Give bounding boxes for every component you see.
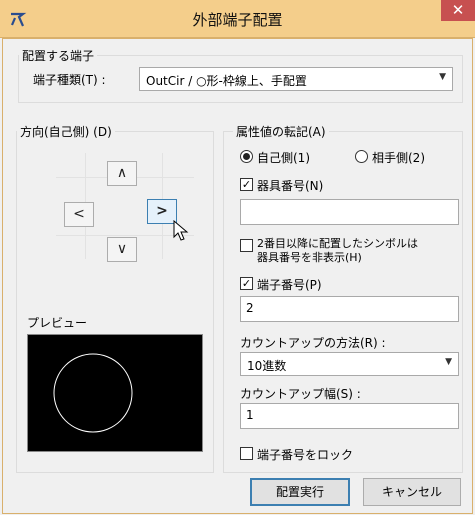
chevron-down-icon: ▼ (445, 357, 452, 367)
device-number-input[interactable] (240, 199, 459, 225)
mouse-cursor-icon (173, 220, 189, 241)
direction-up-button[interactable]: ∧ (107, 161, 137, 186)
placement-group-title: 配置する端子 (19, 47, 98, 64)
close-button[interactable]: ✕ (441, 0, 475, 21)
direction-down-button[interactable]: ∨ (107, 237, 137, 262)
lock-terminal-number-checkbox[interactable] (240, 447, 253, 460)
terminal-number-value: 2 (246, 301, 254, 315)
terminal-number-input[interactable]: 2 (240, 296, 459, 322)
terminal-type-select[interactable]: OutCir / ○形-枠線上、手配置 ▼ (139, 67, 453, 91)
cancel-button[interactable]: キャンセル (363, 478, 461, 506)
preview-label: プレビュー (27, 316, 88, 330)
device-number-label: 器具番号(N) (257, 179, 324, 193)
direction-group-title: 方向(自己側) (D) (17, 123, 115, 140)
radio-other-label: 相手側(2) (372, 151, 425, 165)
countup-step-label: カウントアップ幅(S) : (240, 387, 361, 401)
title-bar: 外部端子配置 ✕ (0, 0, 475, 38)
device-number-checkbox[interactable]: ✓ (240, 178, 253, 191)
radio-other[interactable] (355, 150, 368, 163)
direction-left-button[interactable]: < (64, 202, 94, 227)
countup-step-input[interactable]: 1 (240, 403, 459, 429)
countup-method-value: 10進数 (247, 359, 287, 373)
radio-selected-dot (243, 153, 250, 160)
attribute-group-title: 属性値の転記(A) (233, 123, 329, 140)
radio-self[interactable] (240, 150, 253, 163)
dialog-body: 配置する端子 端子種類(T) : OutCir / ○形-枠線上、手配置 ▼ 方… (2, 38, 473, 514)
countup-method-select[interactable]: 10進数 ▼ (240, 352, 459, 376)
countup-step-value: 1 (246, 408, 254, 422)
countup-method-label: カウントアップの方法(R) : (240, 336, 386, 350)
radio-self-label: 自己側(1) (257, 151, 310, 165)
terminal-circle-preview (53, 353, 133, 433)
preview-canvas (27, 334, 203, 452)
lock-terminal-number-label: 端子番号をロック (257, 448, 354, 462)
terminal-type-label: 端子種類(T) : (33, 73, 106, 87)
hide-device-number-checkbox[interactable] (240, 239, 253, 252)
window-title: 外部端子配置 (192, 11, 283, 29)
terminal-type-value: OutCir / ○形-枠線上、手配置 (146, 74, 307, 88)
terminal-number-checkbox[interactable]: ✓ (240, 277, 253, 290)
terminal-number-label: 端子番号(P) (257, 278, 322, 292)
execute-placement-button[interactable]: 配置実行 (250, 478, 350, 506)
chevron-down-icon: ▼ (439, 72, 446, 82)
hide-device-number-label-line2: 器具番号を非表示(H) (257, 251, 362, 264)
